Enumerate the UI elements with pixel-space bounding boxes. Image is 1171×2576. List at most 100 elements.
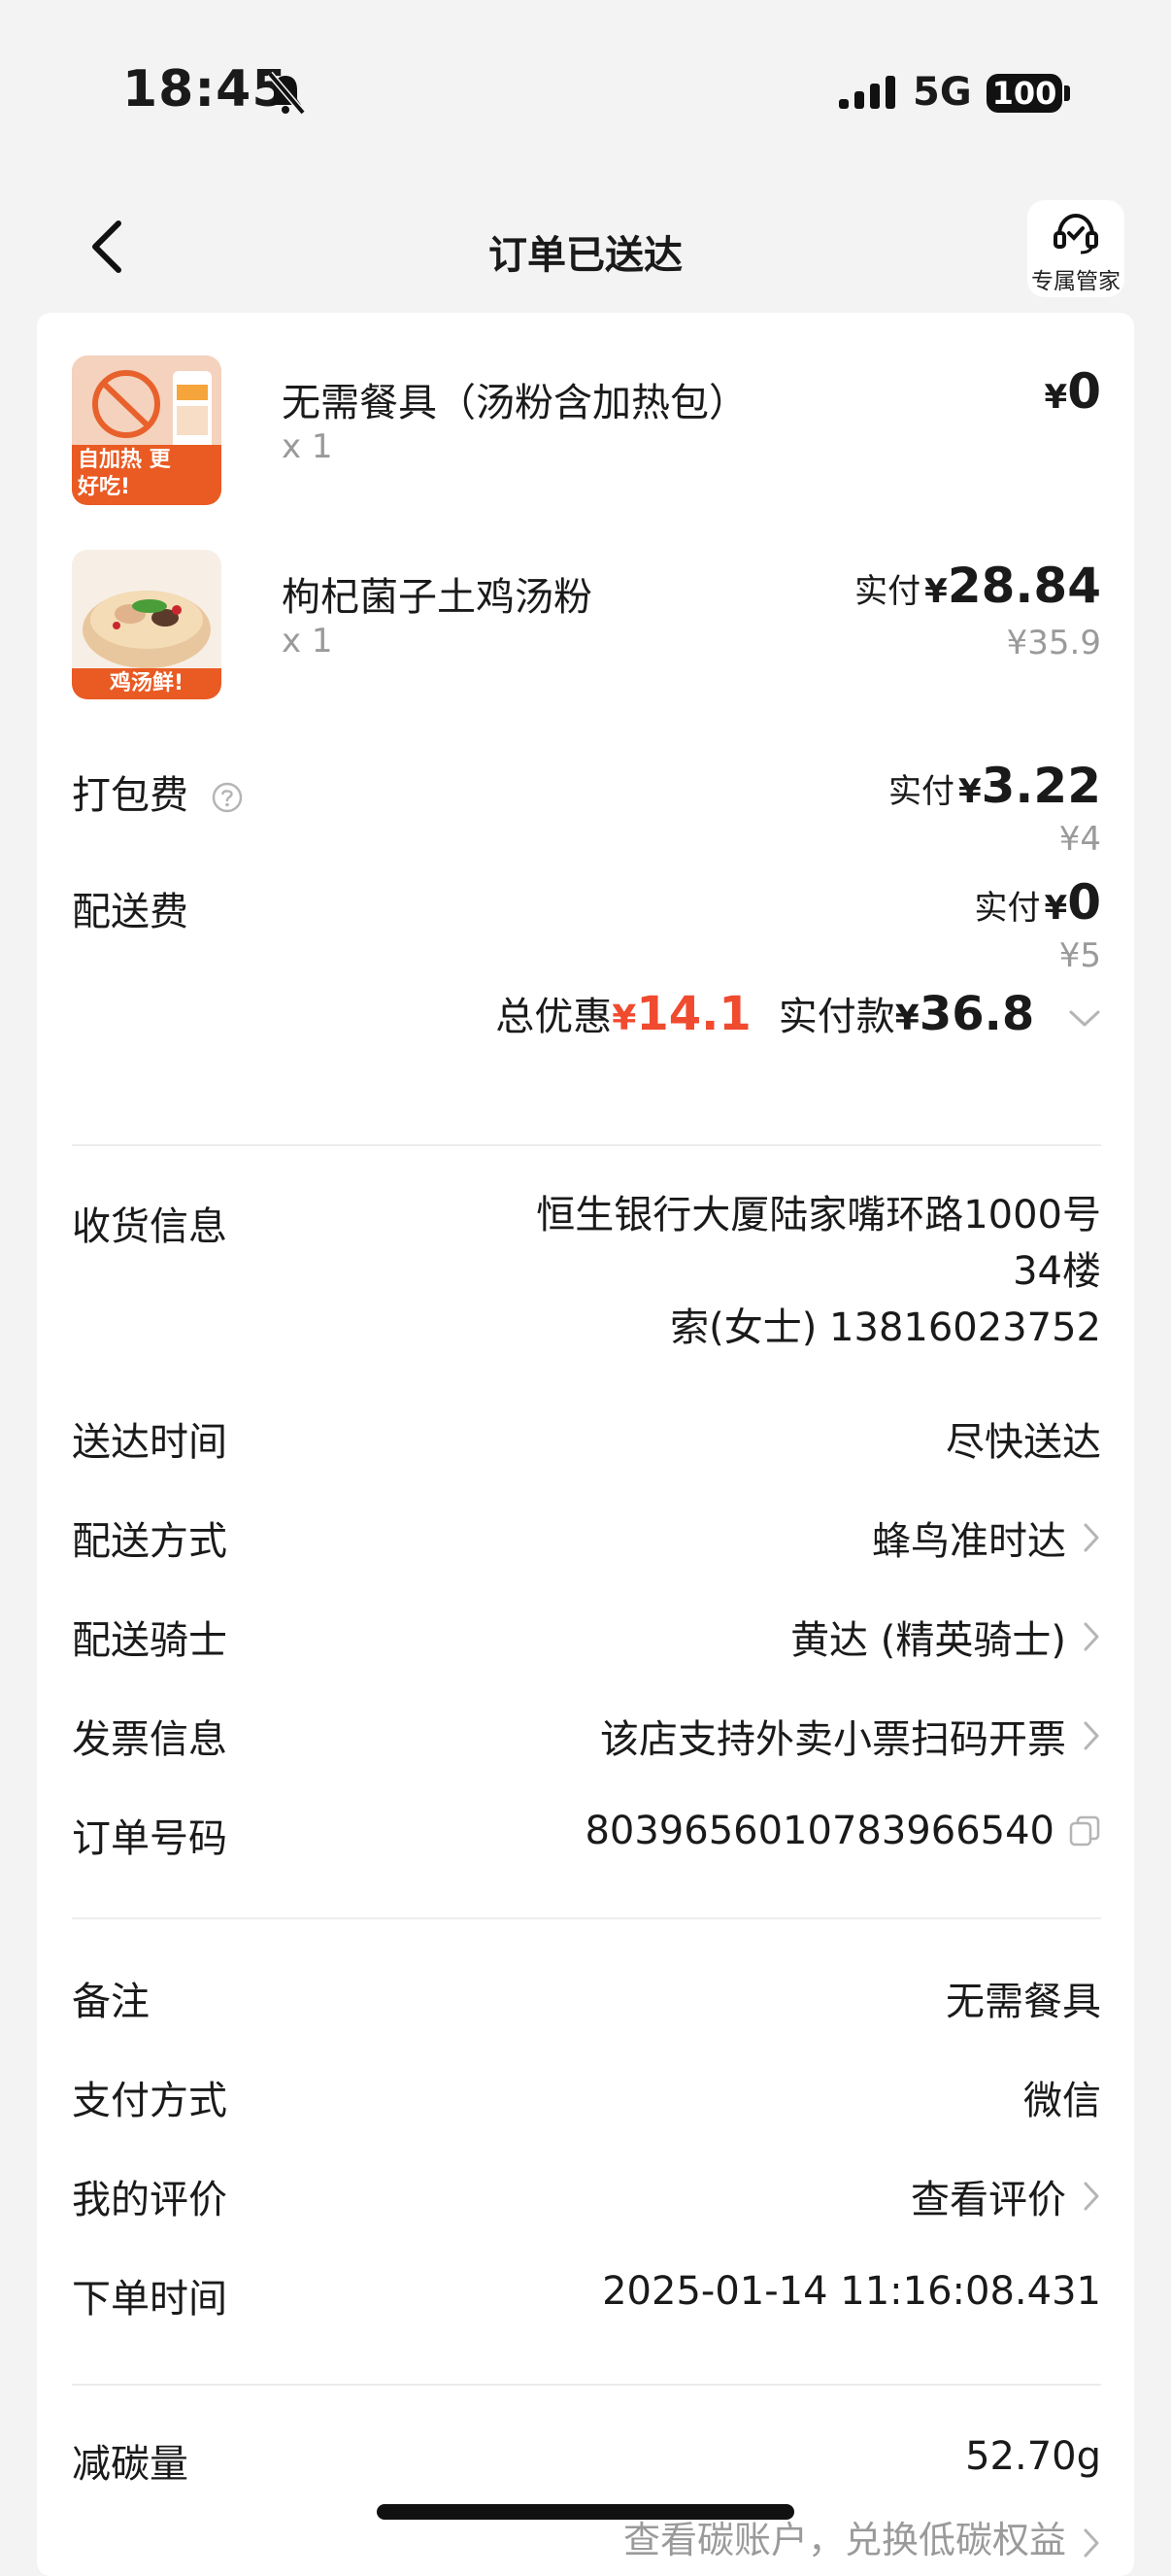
packaging-fee-price: 实付 ¥3.22 (888, 758, 1101, 814)
address-line: 恒生银行大厦陆家嘴环路1000号 (536, 1193, 1101, 1237)
order-number-label: 订单号码 (72, 1816, 227, 1861)
chevron-right-icon (1084, 1523, 1099, 1552)
delivery-fee-row: 配送费 实付 ¥0 ¥5 (72, 874, 1101, 997)
address-label: 收货信息 (72, 1204, 227, 1249)
help-icon[interactable] (211, 781, 244, 814)
delivery-fee-price: 实付 ¥0 (975, 874, 1101, 931)
rider-value[interactable]: 黄达 (精英骑士) (790, 1609, 1101, 1665)
product-item[interactable]: 自加热 更好吃! 无需餐具（汤粉含加热包） x 1 ¥0 (72, 356, 1101, 511)
delivery-method-text: 蜂鸟准时达 (872, 1519, 1066, 1564)
order-time-label: 下单时间 (72, 2277, 227, 2322)
note-label: 备注 (72, 1980, 150, 2024)
chevron-down-icon[interactable] (1068, 1009, 1101, 1029)
price-amount: 28.84 (947, 558, 1101, 614)
recipient-contact: 索(女士) 13816023752 (670, 1305, 1101, 1350)
delivery-time-label: 送达时间 (72, 1420, 227, 1465)
service-manager-label: 专属管家 (1031, 269, 1121, 294)
copy-icon[interactable] (1068, 1814, 1101, 1847)
total-currency: ¥ (894, 999, 920, 1038)
thumb-caption: 鸡汤鲜! (109, 671, 184, 695)
carbon-value: 52.70g (965, 2432, 1101, 2479)
rider-label: 配送骑士 (72, 1618, 227, 1663)
currency-symbol: ¥ (924, 572, 948, 611)
order-number-row: 订单号码 8039656010783966540 (72, 1807, 1101, 1894)
divider (72, 2384, 1101, 2386)
rider-text: 黄达 (精英骑士) (790, 1618, 1066, 1663)
view-review-link[interactable]: 查看评价 (911, 2168, 1101, 2224)
delivery-time-row: 送达时间 尽快送达 (72, 1410, 1101, 1498)
chevron-right-icon (1084, 2182, 1099, 2211)
product-item[interactable]: 鸡汤鲜! 枸杞菌子土鸡汤粉 x 1 实付 ¥28.84 ¥35.9 (72, 550, 1101, 705)
paid-label: 实付 (974, 889, 1041, 928)
total-paid-amount: 36.8 (919, 987, 1035, 1041)
page-title: 订单已送达 (488, 233, 683, 278)
price-amount: 0 (1067, 874, 1101, 931)
order-totals[interactable]: 总优惠¥14.1 实付款¥36.8 (495, 985, 1101, 1041)
product-name: 枸杞菌子土鸡汤粉 (282, 575, 592, 620)
product-thumbnail: 鸡汤鲜! (72, 550, 221, 699)
order-time-row: 下单时间 2025-01-14 11:16:08.431 (72, 2267, 1101, 2355)
currency-symbol: ¥ (1044, 378, 1068, 417)
note-value: 无需餐具 (946, 1970, 1101, 2026)
product-quantity: x 1 (282, 622, 333, 661)
battery-icon: 100 (987, 74, 1062, 113)
invoice-label: 发票信息 (72, 1717, 227, 1762)
payment-method-label: 支付方式 (72, 2079, 227, 2123)
rider-row[interactable]: 配送骑士 黄达 (精英骑士) (72, 1609, 1101, 1696)
paid-label: 实付 (854, 572, 921, 611)
original-price: ¥4 (1058, 820, 1101, 859)
delivery-address-row: 收货信息 恒生银行大厦陆家嘴环路1000号 34楼 索(女士) 13816023… (72, 1193, 1101, 1399)
order-time-value: 2025-01-14 11:16:08.431 (602, 2267, 1101, 2314)
my-review-row[interactable]: 我的评价 查看评价 (72, 2168, 1101, 2255)
delivery-method-label: 配送方式 (72, 1519, 227, 1564)
order-time-text: 2025-01-14 11:16:08.431 (602, 2269, 1101, 2314)
product-price: ¥0 (1045, 363, 1101, 420)
delivery-method-row[interactable]: 配送方式 蜂鸟准时达 (72, 1509, 1101, 1597)
my-review-label: 我的评价 (72, 2178, 227, 2222)
headset-icon (1054, 213, 1098, 254)
invoice-text: 该店支持外卖小票扫码开票 (600, 1717, 1066, 1762)
order-number-text: 8039656010783966540 (585, 1809, 1054, 1853)
service-manager-button[interactable]: 专属管家 (1027, 200, 1124, 297)
discount-currency: ¥ (612, 999, 637, 1038)
delivery-time-value: 尽快送达 (946, 1410, 1101, 1467)
discount-amount: 14.1 (636, 987, 752, 1041)
chevron-right-icon (1084, 1622, 1099, 1651)
product-name: 无需餐具（汤粉含加热包） (282, 381, 748, 425)
total-paid-label: 实付款 (778, 995, 895, 1039)
carbon-value-text: 52.70g (965, 2434, 1101, 2479)
invoice-value[interactable]: 该店支持外卖小票扫码开票 (600, 1708, 1101, 1764)
note-row: 备注 无需餐具 (72, 1970, 1101, 2057)
address-block: 恒生银行大厦陆家嘴环路1000号 34楼 索(女士) 13816023752 (536, 1187, 1101, 1356)
discount-label: 总优惠 (495, 995, 613, 1039)
view-review-text: 查看评价 (911, 2178, 1066, 2222)
product-thumbnail: 自加热 更好吃! (72, 356, 221, 505)
home-indicator[interactable] (377, 2504, 794, 2520)
fee-label: 打包费 (72, 763, 244, 820)
product-quantity: x 1 (282, 427, 333, 466)
currency-symbol: ¥ (1044, 889, 1068, 928)
payment-method-value: 微信 (1023, 2069, 1101, 2125)
signal-icon (839, 76, 895, 109)
payment-method-row: 支付方式 微信 (72, 2069, 1101, 2156)
carbon-account-text: 查看碳账户，兑换低碳权益 (622, 2519, 1066, 2561)
bell-muted-icon (267, 71, 306, 116)
invoice-row[interactable]: 发票信息 该店支持外卖小票扫码开票 (72, 1708, 1101, 1795)
network-type: 5G (913, 70, 972, 115)
note-text: 无需餐具 (946, 1980, 1101, 2024)
chevron-right-icon (1084, 1721, 1099, 1750)
order-number-value: 8039656010783966540 (585, 1807, 1101, 1853)
currency-symbol: ¥ (957, 772, 982, 811)
thumb-caption: 自加热 更好吃! (78, 448, 171, 499)
battery-level: 100 (991, 75, 1057, 112)
chevron-right-icon (1084, 2528, 1099, 2557)
packaging-fee-label: 打包费 (72, 773, 188, 818)
status-bar: 18:45 5G 100 (0, 0, 1171, 185)
battery-cap (1064, 85, 1070, 101)
status-time: 18:45 (122, 60, 288, 119)
delivery-method-value[interactable]: 蜂鸟准时达 (872, 1509, 1101, 1566)
nav-header: 订单已送达 专属管家 (0, 194, 1171, 303)
paid-label: 实付 (887, 772, 954, 811)
divider (72, 1144, 1101, 1146)
delivery-time-text: 尽快送达 (946, 1420, 1101, 1465)
